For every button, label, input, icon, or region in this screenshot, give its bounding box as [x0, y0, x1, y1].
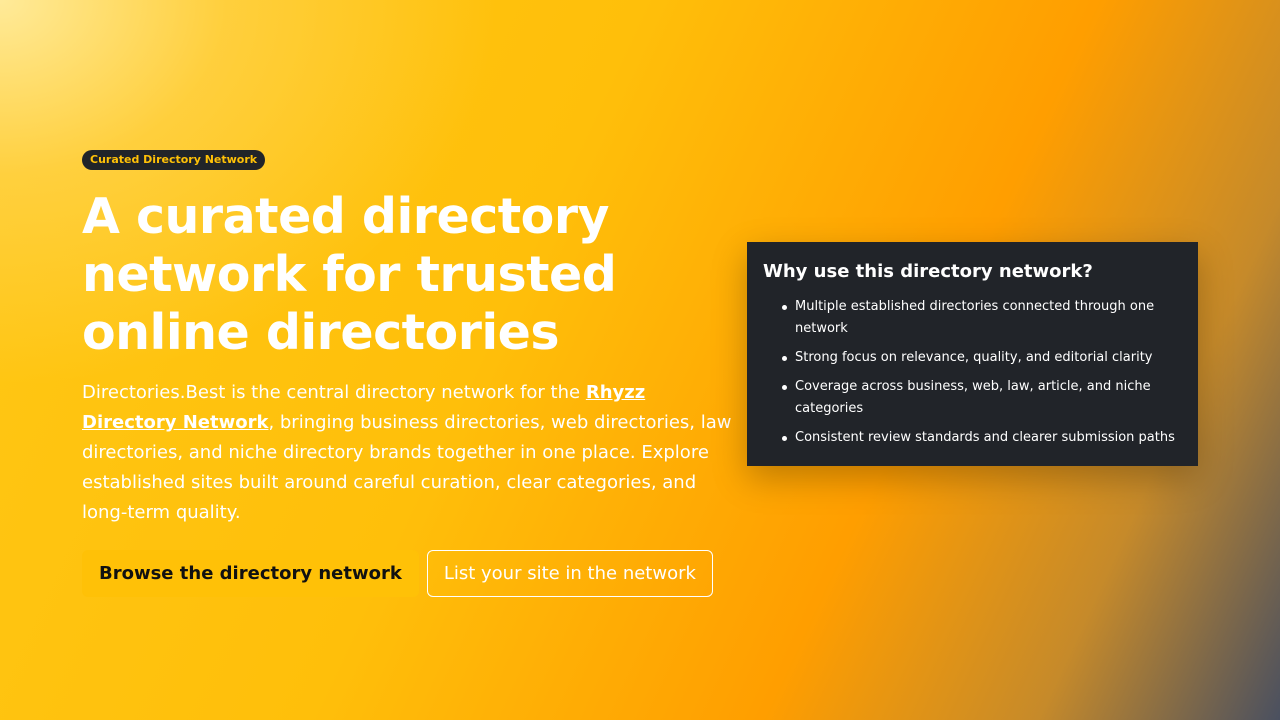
- bullet-icon: [782, 305, 787, 310]
- benefits-list: Multiple established directories connect…: [763, 296, 1182, 449]
- list-item-text: Coverage across business, web, law, arti…: [795, 379, 1151, 416]
- list-item: Coverage across business, web, law, arti…: [782, 376, 1182, 420]
- network-badge: Curated Directory Network: [82, 150, 266, 170]
- page-title: A curated directory network for trusted …: [82, 188, 617, 361]
- benefits-card-title: Why use this directory network?: [763, 261, 1093, 282]
- lead-paragraph: Directories.Best is the central director…: [82, 378, 732, 528]
- bullet-icon: [782, 385, 787, 390]
- browse-network-button[interactable]: Browse the directory network: [82, 550, 419, 597]
- hero-actions: Browse the directory network List your s…: [82, 550, 732, 597]
- list-item-text: Consistent review standards and clearer …: [795, 430, 1175, 445]
- list-site-button[interactable]: List your site in the network: [426, 550, 713, 597]
- list-item: Consistent review standards and clearer …: [782, 427, 1182, 449]
- lead-text-intro: Directories.Best is the central director…: [82, 382, 586, 403]
- list-item-text: Multiple established directories connect…: [795, 299, 1155, 336]
- benefits-card: Why use this directory network? Multiple…: [747, 242, 1198, 466]
- list-item-text: Strong focus on relevance, quality, and …: [795, 350, 1153, 365]
- bullet-icon: [782, 436, 787, 441]
- bullet-icon: [782, 356, 787, 361]
- list-item: Multiple established directories connect…: [782, 296, 1182, 340]
- list-item: Strong focus on relevance, quality, and …: [782, 347, 1182, 369]
- hero-section: Curated Directory Network A curated dire…: [82, 148, 732, 597]
